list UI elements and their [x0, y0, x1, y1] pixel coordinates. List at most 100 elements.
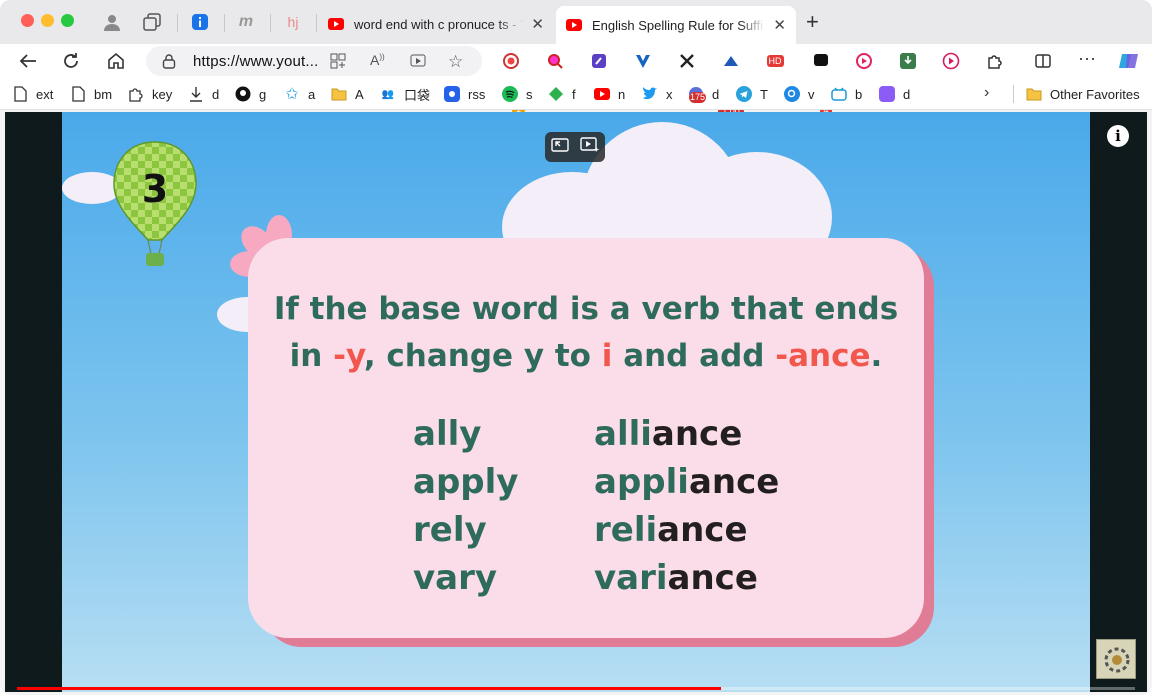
back-icon[interactable]: [15, 48, 41, 74]
video-player[interactable]: 3 If the base word is a verb that ends i…: [5, 112, 1147, 692]
bookmark-A[interactable]: A: [331, 85, 364, 103]
extensions-puzzle-icon[interactable]: [985, 51, 1005, 71]
derived-word: reliance: [594, 506, 779, 554]
minimize-window-button[interactable]: [41, 14, 54, 27]
bookmark-count-badge: 175: [689, 92, 706, 103]
video-icon[interactable]: [410, 53, 426, 74]
channel-watermark-thumbnail[interactable]: [1096, 639, 1136, 679]
bookmark-label: T: [760, 86, 768, 102]
word-suffix: ance: [688, 462, 780, 502]
rule-letter-i: i: [601, 338, 613, 374]
exit-pip-icon[interactable]: [550, 136, 569, 159]
bookmark-label: A: [355, 86, 364, 102]
search-icon: [784, 86, 800, 102]
bookmark-d3[interactable]: d: [879, 85, 910, 103]
close-tab-icon[interactable]: ✕: [531, 15, 544, 33]
bookmark-b[interactable]: b: [831, 85, 862, 103]
download-icon: [188, 86, 204, 102]
bookmark-label: a: [308, 86, 316, 102]
bookmark-x[interactable]: x: [642, 85, 673, 103]
base-word: rely: [413, 510, 487, 550]
bookmark-label: ext: [36, 86, 54, 102]
new-tab-button[interactable]: +: [806, 11, 819, 33]
bookmark-label: bm: [94, 86, 113, 102]
workspaces-icon[interactable]: [142, 12, 162, 32]
extension-hd-icon[interactable]: HD: [764, 51, 786, 71]
extension-play-icon[interactable]: [854, 51, 874, 71]
reload-icon[interactable]: [58, 48, 84, 74]
derived-word: variance: [594, 554, 779, 602]
bookmark-label: x: [666, 86, 673, 102]
twitter-icon: [642, 86, 658, 102]
rule-period: .: [870, 338, 883, 374]
bookmarks-bar: ext bm key d g ✩ a A 👥 口袋 rss s f n x d 17…: [0, 78, 1152, 110]
maximize-window-button[interactable]: [61, 14, 74, 27]
word-stem: alli: [594, 414, 652, 454]
bookmark-v[interactable]: v: [784, 85, 815, 103]
chevron-right-icon[interactable]: ›: [984, 84, 989, 102]
lock-icon[interactable]: [162, 53, 176, 74]
bookmark-label: key: [152, 86, 173, 102]
bookmark-g[interactable]: g: [235, 85, 266, 103]
tab-separator: [270, 14, 271, 32]
word-stem: reli: [594, 510, 658, 550]
bookmark-T[interactable]: T: [736, 85, 768, 103]
extension-media-icon[interactable]: [941, 51, 961, 71]
bookmark-a[interactable]: ✩ a: [284, 85, 315, 103]
split-screen-icon[interactable]: [1033, 51, 1053, 71]
bookmark-key[interactable]: key: [128, 85, 172, 103]
bookmark-ext[interactable]: ext: [12, 85, 53, 103]
close-window-button[interactable]: [21, 14, 34, 27]
extension-pen-icon[interactable]: [589, 51, 609, 71]
bookmark-label: d: [212, 86, 220, 102]
bookmark-rss[interactable]: rss: [444, 85, 485, 103]
hd-label: HD: [766, 55, 784, 67]
pinned-tab-m[interactable]: m: [236, 12, 256, 32]
extension-v-icon[interactable]: [633, 51, 653, 71]
tab-english-spelling[interactable]: English Spelling Rule for Suffix -ance ✕: [556, 6, 796, 44]
rss-icon: [444, 86, 460, 102]
url-text[interactable]: https://www.yout...: [193, 53, 319, 70]
base-word: apply: [413, 462, 519, 502]
other-favorites[interactable]: Other Favorites: [1026, 85, 1140, 103]
bookmark-label: d: [712, 86, 720, 102]
extension-download-icon[interactable]: [898, 51, 918, 71]
home-icon[interactable]: [103, 48, 129, 74]
tab-word-end[interactable]: word end with c pronuce ts - YouTube ✕: [318, 8, 554, 40]
bookmark-n[interactable]: n: [594, 85, 625, 103]
tab-separator: [316, 14, 317, 32]
bookmark-bm[interactable]: bm: [70, 85, 112, 103]
extension-speed-icon[interactable]: [721, 51, 741, 71]
youtube-icon: [566, 19, 582, 31]
address-bar[interactable]: https://www.yout... A)) ☆: [146, 46, 482, 76]
profile-icon[interactable]: [102, 12, 122, 32]
rule-suffix-ance: -ance: [775, 338, 871, 374]
close-tab-icon[interactable]: ✕: [773, 16, 786, 34]
extension-dark-icon[interactable]: [811, 51, 831, 71]
tab-strip: m hj word end with c pronuce ts - YouTub…: [0, 0, 1152, 44]
pinned-tab-info-icon[interactable]: [190, 12, 210, 32]
extension-search-icon[interactable]: [545, 51, 565, 71]
copilot-icon[interactable]: [1118, 51, 1138, 71]
info-icon[interactable]: i: [1107, 125, 1129, 147]
bookmark-s[interactable]: s: [502, 85, 533, 103]
bookmark-d[interactable]: d: [188, 85, 219, 103]
hot-air-balloon: 3: [113, 141, 197, 266]
video-progress-bar[interactable]: [17, 687, 1135, 690]
read-aloud-icon[interactable]: A)): [370, 52, 385, 68]
rule-text-change: , change y to: [363, 338, 602, 374]
extension-cross-icon[interactable]: [677, 51, 697, 71]
base-words: ally apply rely vary: [413, 410, 518, 602]
derived-word: appliance: [594, 458, 779, 506]
word-suffix: ance: [657, 510, 748, 550]
favorite-star-icon[interactable]: ☆: [448, 52, 463, 72]
more-options-icon[interactable]: ···: [1077, 48, 1097, 68]
rule-text-add: and add: [612, 338, 776, 374]
derived-words: alliance appliance reliance variance: [594, 410, 779, 602]
apps-icon[interactable]: [330, 53, 346, 74]
video-enhance-icon[interactable]: [579, 136, 600, 159]
pinned-tab-hj[interactable]: hj: [283, 12, 303, 32]
bookmark-f[interactable]: f: [548, 85, 576, 103]
bookmark-pocket[interactable]: 👥 口袋: [380, 85, 430, 103]
extension-record-icon[interactable]: [501, 51, 521, 71]
